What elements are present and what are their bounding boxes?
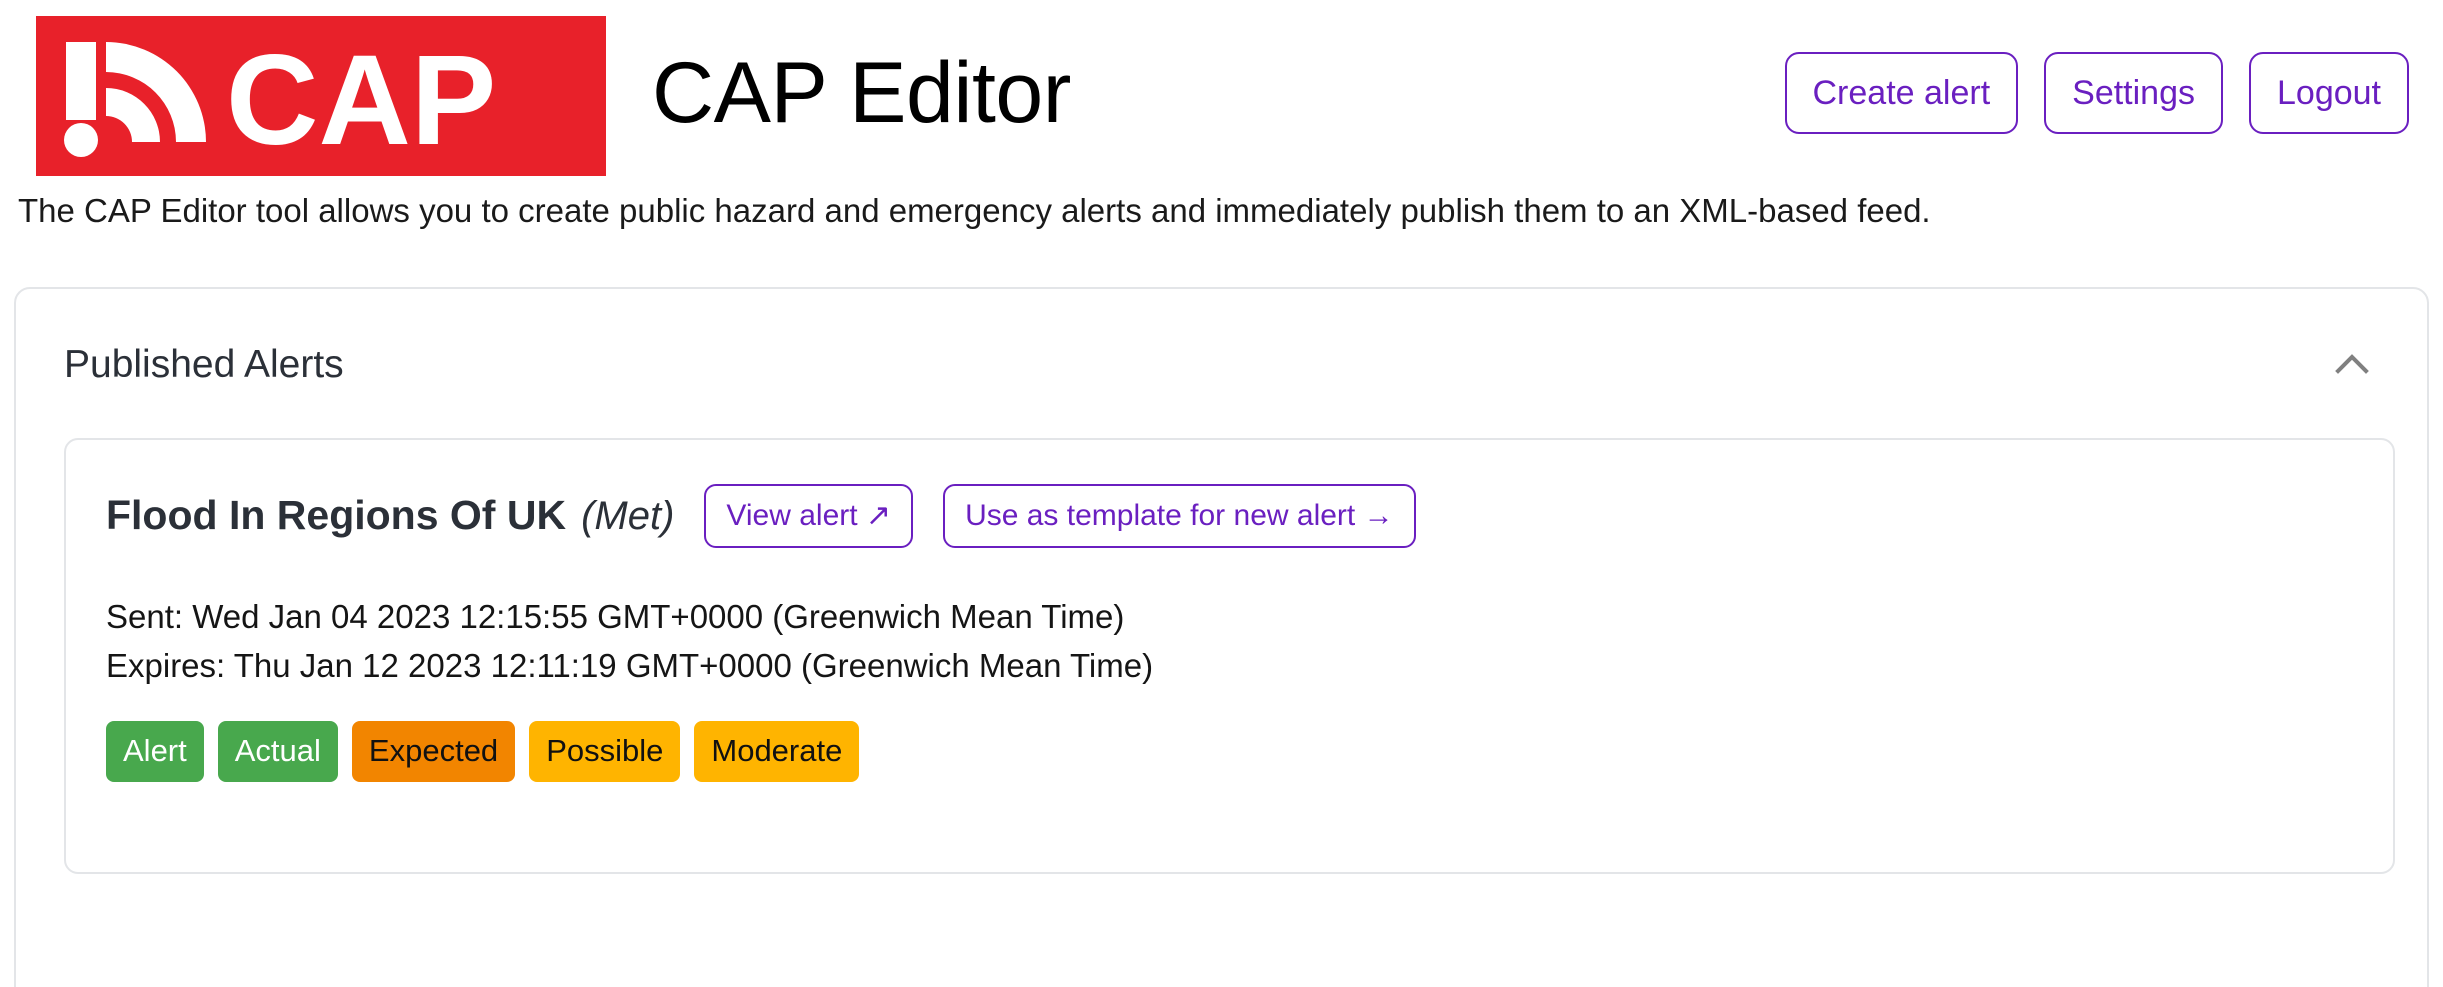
alert-name: Flood In Regions Of UK <box>106 492 567 539</box>
urgency-badge: Expected <box>351 720 516 782</box>
alert-title-row: Flood In Regions Of UK (Met) View alert … <box>106 483 2353 548</box>
logout-button[interactable]: Logout <box>2249 51 2409 134</box>
alert-card: Flood In Regions Of UK (Met) View alert … <box>64 437 2395 874</box>
header-actions: Create alert Settings Logout <box>1784 51 2409 134</box>
create-alert-button[interactable]: Create alert <box>1784 51 2019 134</box>
app-title: CAP Editor <box>652 44 1071 141</box>
panel-header[interactable]: Published Alerts <box>18 289 2425 384</box>
alert-sent-time: Sent: Wed Jan 04 2023 12:15:55 GMT+0000 … <box>106 597 1125 635</box>
published-alerts-panel: Published Alerts Flood In Regions Of UK … <box>14 286 2429 987</box>
chevron-up-icon[interactable] <box>2325 348 2379 380</box>
brand: CAP CAP Editor <box>20 10 1071 176</box>
alert-badges: Alert Actual Expected Possible Moderate <box>106 720 2353 782</box>
app-header: CAP CAP Editor Create alert Settings Log… <box>14 0 2429 185</box>
cap-logo: CAP <box>36 15 606 176</box>
msgtype-badge: Actual <box>217 720 338 782</box>
certainty-badge: Possible <box>529 720 681 782</box>
use-as-template-button[interactable]: Use as template for new alert → <box>943 483 1416 548</box>
svg-text:CAP: CAP <box>226 29 496 172</box>
panel-title: Published Alerts <box>64 342 344 386</box>
status-badge: Alert <box>106 720 204 782</box>
alert-meta: Sent: Wed Jan 04 2023 12:15:55 GMT+0000 … <box>106 592 2353 691</box>
alert-expires-time: Expires: Thu Jan 12 2023 12:11:19 GMT+00… <box>106 647 1154 685</box>
alert-sender: (Met) <box>581 493 675 538</box>
severity-badge: Moderate <box>694 720 860 782</box>
app-root: CAP CAP Editor Create alert Settings Log… <box>0 0 2443 987</box>
intro-paragraph: The CAP Editor tool allows you to create… <box>18 192 1931 229</box>
view-alert-button[interactable]: View alert ↗ <box>704 483 914 548</box>
settings-button[interactable]: Settings <box>2044 51 2223 134</box>
